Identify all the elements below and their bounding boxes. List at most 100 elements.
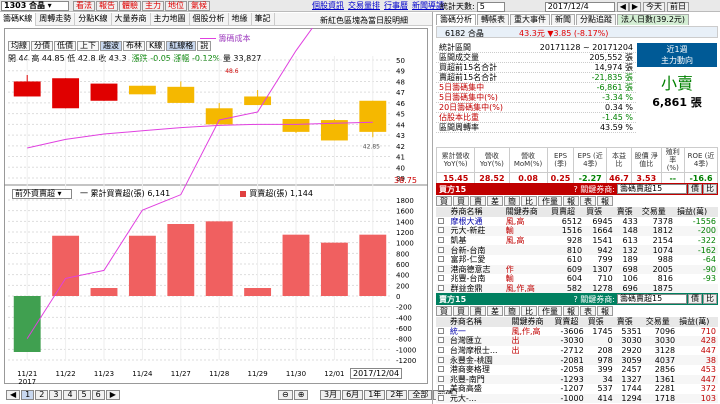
right-tab-3[interactable]: 新聞 <box>551 14 575 25</box>
page-button-1[interactable]: 2 <box>35 390 49 400</box>
buysell-bar[interactable] <box>244 288 272 296</box>
quick-link-button-4[interactable]: 地位 <box>165 0 187 11</box>
row-checkbox[interactable] <box>438 327 444 334</box>
next-arrow-icon[interactable]: ▶ <box>628 1 642 12</box>
buy-edit-button[interactable]: 價 <box>688 184 702 194</box>
chip-chart[interactable]: 5049484746454443424140391800160014001200… <box>4 28 428 384</box>
buy-tool-button-6[interactable]: 作量 <box>538 196 562 206</box>
page-button-0[interactable]: 1 <box>21 390 35 400</box>
row-checkbox[interactable] <box>438 385 444 392</box>
row-checkbox[interactable] <box>438 347 444 354</box>
table-row[interactable]: 台灣摩根士... 出 -2712 208 2920 3128 447 <box>436 346 718 356</box>
buy-tool-button-9[interactable]: 報 <box>597 196 613 206</box>
row-checkbox[interactable] <box>438 285 444 292</box>
row-checkbox[interactable] <box>438 356 444 363</box>
right-tab-4[interactable]: 分點追蹤 <box>576 14 616 25</box>
quick-link-button-1[interactable]: 報告 <box>96 0 118 11</box>
main-tab-5[interactable]: 個股分析 <box>190 12 229 26</box>
column-header[interactable]: 損益(萬) <box>677 317 718 327</box>
today-button[interactable]: 今天 <box>643 1 666 12</box>
range-button-2[interactable]: 1年 <box>364 390 386 400</box>
table-row[interactable]: 群益金鼎 風,作,高 582 1278 696 1875 <box>436 283 718 294</box>
metric-select[interactable]: 前外資賣超 ▾ <box>12 188 72 199</box>
table-row[interactable]: 凱基 風,高 928 1541 613 2154 -322 <box>436 236 718 246</box>
buy-tool-button-4[interactable]: 簡 <box>504 196 520 206</box>
sell-tool-button-5[interactable]: 比 <box>521 306 537 316</box>
top-link-0[interactable]: 個股資訊 <box>312 0 344 11</box>
top-link-2[interactable]: 行事曆 <box>384 0 408 11</box>
buysell-bar[interactable] <box>320 242 348 296</box>
right-tab-5[interactable]: 法人日數(39.2元) <box>617 14 690 25</box>
column-header[interactable]: 賣張 <box>614 207 640 217</box>
row-checkbox[interactable] <box>438 237 444 244</box>
zoom-out-icon[interactable]: ⊖ <box>278 390 293 400</box>
quick-link-button-3[interactable]: 主力 <box>142 0 164 11</box>
right-tab-0[interactable]: 籌碼分析 <box>436 14 476 25</box>
table-row[interactable]: 美商高盛 -1207 537 1744 2281 372 <box>436 384 718 394</box>
row-checkbox[interactable] <box>438 227 444 234</box>
column-header[interactable]: 買張 <box>584 207 615 217</box>
buy-tool-button-1[interactable]: 買 <box>453 196 469 206</box>
quick-link-button-2[interactable]: 體驗 <box>119 0 141 11</box>
main-tab-0[interactable]: 籌碼K線 <box>0 12 37 26</box>
main-tab-4[interactable]: 主力地圖 <box>151 12 190 26</box>
table-row[interactable]: 永豐金-桃園 -2081 978 3059 4037 38 <box>436 355 718 365</box>
main-tab-7[interactable]: 筆記 <box>252 12 275 26</box>
right-tab-2[interactable]: 重大事件 <box>510 14 550 25</box>
sell-compare-button[interactable]: 比 <box>703 294 717 304</box>
main-tab-1[interactable]: 周轉走勢 <box>36 12 76 26</box>
sell-sort-select[interactable]: 籌碼賣超15 <box>617 294 687 304</box>
quick-link-button-0[interactable]: 看法 <box>73 0 95 11</box>
main-tab-2[interactable]: 分點K線 <box>75 12 112 26</box>
column-header[interactable]: 買賣超 <box>552 317 586 327</box>
row-checkbox[interactable] <box>438 265 444 272</box>
sell-tool-button-3[interactable]: 差 <box>487 306 503 316</box>
row-checkbox[interactable] <box>438 246 444 253</box>
column-header[interactable]: 交易量 <box>639 207 675 217</box>
row-checkbox[interactable] <box>438 337 444 344</box>
sell-tool-button-4[interactable]: 簡 <box>504 306 520 316</box>
table-row[interactable]: 港商麥格理 -2058 399 2457 2856 453 <box>436 365 718 375</box>
table-row[interactable]: 富邦-仁愛 610 799 189 988 -64 <box>436 255 718 265</box>
page-button-2[interactable]: 3 <box>49 390 63 400</box>
sell-edit-button[interactable]: 價 <box>688 294 702 304</box>
range-button-0[interactable]: 3月 <box>320 390 342 400</box>
column-header[interactable]: 關鍵券商 <box>509 317 553 327</box>
column-header[interactable]: 關鍵券商 <box>503 207 549 217</box>
buysell-bar[interactable] <box>128 235 156 296</box>
date-input[interactable]: 2017/12/4 <box>544 1 615 12</box>
candle-body[interactable] <box>282 119 310 132</box>
column-header[interactable]: 買張 <box>585 317 615 327</box>
range-button-4[interactable]: 全部 <box>408 390 433 400</box>
buy-tool-button-5[interactable]: 比 <box>521 196 537 206</box>
sell-tool-button-1[interactable]: 買 <box>453 306 469 316</box>
zoom-in-icon[interactable]: ⊕ <box>293 390 309 400</box>
buy-tool-button-2[interactable]: 賣 <box>470 196 486 206</box>
buy-tool-button-3[interactable]: 差 <box>487 196 503 206</box>
table-row[interactable]: 台新-台南 810 942 132 1074 -162 <box>436 245 718 255</box>
main-tab-6[interactable]: 地緣 <box>229 12 252 26</box>
candle-body[interactable] <box>90 83 118 101</box>
table-row[interactable]: 元大-... -1000 414 1294 1718 103 <box>436 393 718 404</box>
buy-compare-button[interactable]: 比 <box>703 184 717 194</box>
main-tab-3[interactable]: 大量券商 <box>112 12 151 26</box>
sell-tool-button-9[interactable]: 報 <box>597 306 613 316</box>
table-row[interactable]: 兆豐-台南 輸 604 710 106 816 -93 <box>436 274 718 284</box>
top-link-1[interactable]: 交易量排 <box>348 0 380 11</box>
table-row[interactable]: 元大-新莊 輸 1516 1664 148 1812 -200 <box>436 226 718 236</box>
table-row[interactable]: 摩根大通 風,高 6512 6945 433 7378 -1556 <box>436 217 718 227</box>
quick-link-button-5[interactable]: 氣候 <box>188 0 210 11</box>
table-row[interactable]: 港商德意志 作 609 1307 698 2005 -90 <box>436 264 718 275</box>
page-button-5[interactable]: 6 <box>91 390 105 400</box>
sell-tool-button-8[interactable]: 表 <box>580 306 596 316</box>
column-header[interactable]: 損益(萬) <box>674 207 718 217</box>
candle-body[interactable] <box>359 100 387 132</box>
row-checkbox[interactable] <box>438 366 444 373</box>
panel-divider[interactable] <box>432 12 433 404</box>
candle-body[interactable] <box>167 86 195 103</box>
page-next-icon[interactable]: ▶ <box>105 390 120 400</box>
sell-tool-button-6[interactable]: 作量 <box>538 306 562 316</box>
buysell-bar[interactable] <box>205 221 233 296</box>
prev-arrow-icon[interactable]: ◀ <box>616 1 629 12</box>
row-checkbox[interactable] <box>438 395 444 402</box>
